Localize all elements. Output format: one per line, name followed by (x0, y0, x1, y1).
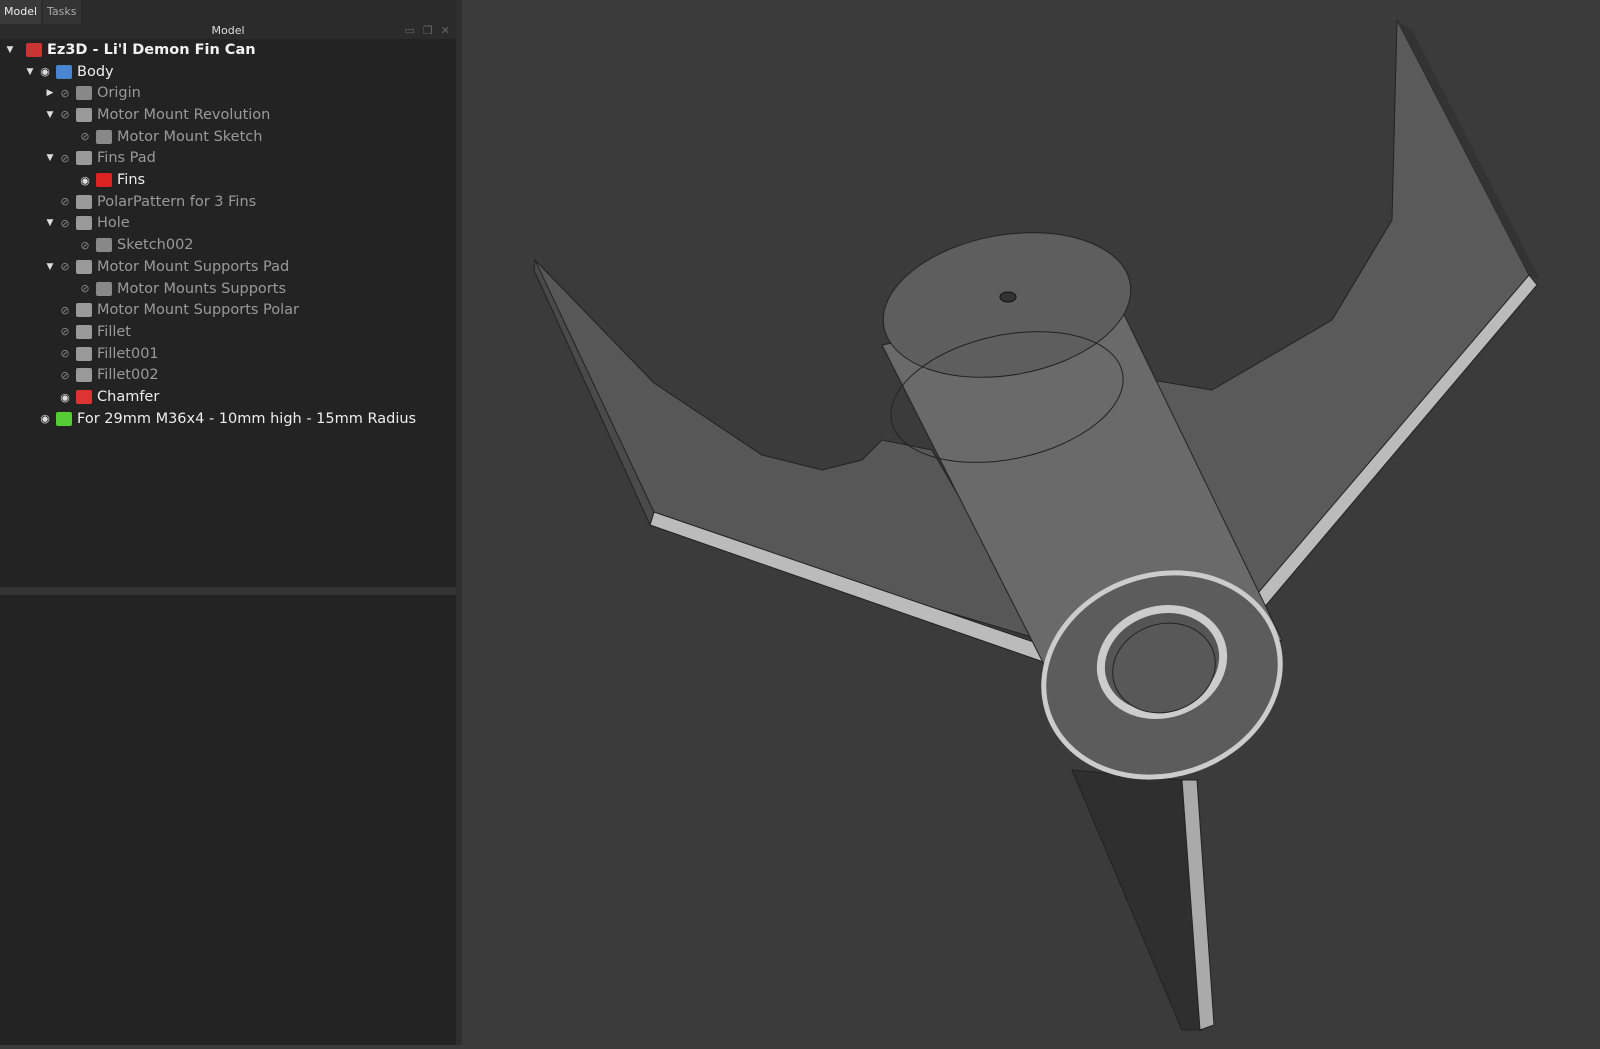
eye-icon[interactable]: ◉ (36, 65, 54, 78)
panel-header: Model ▭ ❐ ✕ (0, 24, 456, 38)
panel-title: Model (211, 24, 245, 37)
eye-hidden-icon[interactable]: ⊘ (56, 325, 74, 338)
eye-hidden-icon[interactable]: ⊘ (56, 369, 74, 382)
tree-item[interactable]: ▼ ⊘ Motor Mount Supports Pad (44, 256, 290, 278)
eye-hidden-icon[interactable]: ⊘ (56, 195, 74, 208)
chevron-down-icon[interactable]: ▼ (24, 67, 36, 77)
document-icon (26, 42, 42, 57)
chevron-down-icon[interactable]: ▼ (44, 153, 56, 163)
eye-hidden-icon[interactable]: ⊘ (76, 239, 94, 252)
tree-item-label: Fillet (97, 323, 131, 340)
chevron-down-icon[interactable]: ▼ (44, 262, 56, 272)
tree-item-label: For 29mm M36x4 - 10mm high - 15mm Radius (77, 410, 417, 427)
eye-hidden-icon[interactable]: ⊘ (56, 347, 74, 360)
tree-item-label: Motor Mount Sketch (117, 128, 263, 145)
tree-item[interactable]: ⊘ Motor Mount Supports Polar (44, 299, 299, 321)
3d-viewport[interactable] (462, 0, 1600, 1045)
chevron-right-icon[interactable]: ▶ (44, 88, 56, 98)
chevron-down-icon[interactable]: ▼ (4, 45, 16, 55)
tree-item-label: Motor Mount Revolution (97, 106, 271, 123)
tree-item-label: Sketch002 (117, 237, 194, 254)
float-icon[interactable]: ❐ (423, 24, 433, 38)
fillet-icon (76, 368, 92, 383)
tree-item-label: Fins (117, 172, 146, 189)
tab-tasks[interactable]: Tasks (43, 0, 81, 24)
origin-icon (76, 86, 92, 101)
hole-icon (76, 216, 92, 231)
sketch-icon (96, 173, 112, 188)
dock-icon[interactable]: ▭ (405, 24, 415, 38)
fillet-icon (76, 324, 92, 339)
tree-item[interactable]: ⊘ PolarPattern for 3 Fins (44, 191, 256, 213)
eye-hidden-icon[interactable]: ⊘ (76, 130, 94, 143)
tree-item[interactable]: ▼ ⊘ Motor Mount Revolution (44, 104, 271, 126)
sketch-icon (96, 129, 112, 144)
tree-item-label: Fins Pad (97, 150, 156, 167)
eye-hidden-icon[interactable]: ⊘ (56, 304, 74, 317)
close-icon[interactable]: ✕ (441, 24, 450, 38)
tree-item[interactable]: ⊘ Fillet002 (44, 365, 159, 387)
tree-item[interactable]: ▼ ⊘ Fins Pad (44, 148, 156, 170)
splitter[interactable] (0, 587, 456, 595)
tree-item[interactable]: ⊘ Motor Mounts Supports (64, 278, 286, 300)
bottom-fin (1071, 769, 1203, 1031)
polar-pattern-icon (76, 303, 92, 318)
eye-hidden-icon[interactable]: ⊘ (56, 217, 74, 230)
tree-item-label: Ez3D - Li'l Demon Fin Can (47, 41, 256, 58)
tree-item[interactable]: ▼ Ez3D - Li'l Demon Fin Can (4, 39, 256, 61)
tree-item[interactable]: ⊘ Fillet (44, 321, 131, 343)
tree-item-label: Motor Mounts Supports (117, 280, 286, 297)
fin-can-model (533, 19, 1540, 1031)
pad-icon (76, 259, 92, 274)
tree-item[interactable]: ⊘ Fillet001 (44, 343, 159, 365)
tree-item-label: Hole (97, 215, 130, 232)
body-icon (56, 64, 72, 79)
tree-item[interactable]: ⊘ Motor Mount Sketch (64, 126, 262, 148)
eye-hidden-icon[interactable]: ⊘ (76, 282, 94, 295)
tab-model[interactable]: Model (0, 0, 42, 24)
eye-hidden-icon[interactable]: ⊘ (56, 152, 74, 165)
eye-hidden-icon[interactable]: ⊘ (56, 260, 74, 273)
model-tree: ▼ Ez3D - Li'l Demon Fin Can ▼ ◉ Body ▶ ⊘ Origin… (0, 39, 456, 587)
tree-item-label: Motor Mount Supports Polar (97, 302, 300, 319)
tree-item-label: PolarPattern for 3 Fins (97, 193, 257, 210)
tree-item[interactable]: ◉ Fins (64, 169, 145, 191)
tree-item[interactable]: ⊘ Sketch002 (64, 234, 194, 256)
polar-pattern-icon (76, 194, 92, 209)
sketch-icon (96, 281, 112, 296)
tree-item[interactable]: ◉ For 29mm M36x4 - 10mm high - 15mm Radiu… (24, 408, 416, 430)
tree-item-label: Fillet001 (97, 345, 159, 362)
chevron-down-icon[interactable]: ▼ (44, 218, 56, 228)
eye-hidden-icon[interactable]: ⊘ (56, 87, 74, 100)
tree-item-label: Origin (97, 85, 141, 102)
tree-item-label: Fillet002 (97, 367, 159, 384)
chevron-down-icon[interactable]: ▼ (44, 110, 56, 120)
thread-icon (56, 411, 72, 426)
pad-icon (76, 151, 92, 166)
tree-item[interactable]: ▼ ◉ Body (24, 61, 114, 83)
property-view (0, 595, 456, 1045)
eye-hidden-icon[interactable]: ⊘ (56, 108, 74, 121)
fillet-icon (76, 346, 92, 361)
tree-item-label: Body (77, 63, 114, 80)
tree-item[interactable]: ▶ ⊘ Origin (44, 82, 141, 104)
sketch-icon (96, 238, 112, 253)
tree-item[interactable]: ◉ Chamfer (44, 386, 159, 408)
chamfer-icon (76, 390, 92, 405)
tree-item[interactable]: ▼ ⊘ Hole (44, 213, 130, 235)
eye-icon[interactable]: ◉ (76, 174, 94, 187)
eye-icon[interactable]: ◉ (56, 391, 74, 404)
combo-view-panel: Model Tasks Model ▭ ❐ ✕ ▼ Ez3D - Li'l Dem… (0, 0, 456, 1045)
eye-icon[interactable]: ◉ (36, 412, 54, 425)
panel-tabs: Model Tasks (0, 0, 81, 24)
tree-item-label: Motor Mount Supports Pad (97, 258, 290, 275)
tree-item-label: Chamfer (97, 389, 160, 406)
revolution-icon (76, 107, 92, 122)
